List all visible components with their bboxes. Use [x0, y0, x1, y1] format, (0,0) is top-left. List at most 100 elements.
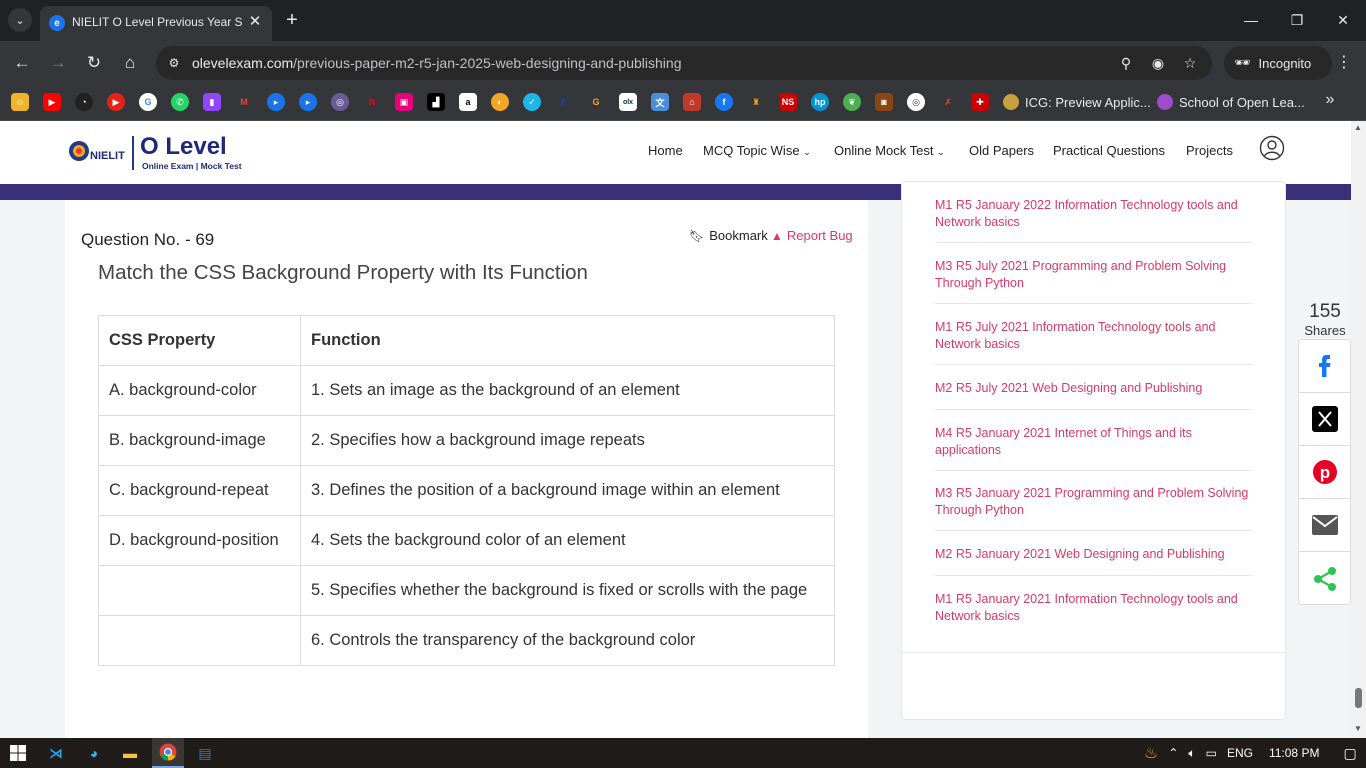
facebook-icon[interactable]: f — [715, 93, 733, 111]
network-icon[interactable]: ▭ — [1206, 746, 1217, 760]
twitch-icon[interactable]: ▮ — [203, 93, 221, 111]
nav-home[interactable]: Home — [648, 143, 683, 161]
page-scrollbar[interactable]: ▲ ▼ — [1351, 121, 1366, 738]
bookmark-favicon-icon[interactable]: ▸ — [299, 93, 317, 111]
tab-search-button[interactable]: ⌄ — [8, 8, 32, 32]
browser-menu-icon[interactable]: ⋮ — [1334, 51, 1354, 75]
share-icon — [1313, 566, 1336, 591]
zoom-icon[interactable]: ⚲ — [1116, 53, 1136, 73]
vscode-icon[interactable]: ⋊ — [44, 741, 68, 765]
user-account-icon[interactable] — [1259, 135, 1285, 161]
email-share-button[interactable] — [1299, 499, 1350, 552]
tray-app-icon[interactable]: ♨ — [1144, 743, 1158, 763]
gmail-icon[interactable]: M — [235, 93, 253, 111]
sidebar-paper-link[interactable]: M1 R5 July 2021 Information Technology t… — [935, 319, 1253, 365]
bookmark-favicon-icon[interactable]: ▣ — [395, 93, 413, 111]
bookmark-favicon-icon[interactable]: ◔ — [75, 93, 93, 111]
nav-online-mock-test[interactable]: Online Mock Test ⌄ — [834, 143, 945, 161]
table-cell: 3. Defines the position of a background … — [300, 465, 835, 516]
sidebar-paper-link[interactable]: M4 R5 January 2021 Internet of Things an… — [935, 425, 1253, 471]
bookmark-favicon-icon[interactable]: ▸ — [267, 93, 285, 111]
notifications-icon[interactable]: ▢ — [1343, 745, 1356, 762]
bookmark-item-school[interactable]: School of Open Lea... — [1157, 92, 1305, 112]
bookmarks-overflow-icon[interactable]: » — [1320, 91, 1340, 113]
scroll-down-icon[interactable]: ▼ — [1354, 724, 1362, 733]
page-viewport: NIELIT O Level Online Exam | Mock Test H… — [0, 121, 1351, 738]
bookmark-favicon-icon[interactable]: G — [587, 93, 605, 111]
windows-start-icon[interactable] — [6, 741, 30, 765]
sidebar-paper-link[interactable]: M1 R5 January 2022 Information Technolog… — [935, 197, 1253, 243]
report-bug-button[interactable]: ▲ Report Bug — [771, 228, 853, 243]
bookmark-favicon-icon[interactable]: ✗ — [939, 93, 957, 111]
nav-mcq-topic-wise[interactable]: MCQ Topic Wise ⌄ — [703, 143, 811, 161]
bookmark-favicon-icon[interactable]: ◎ — [907, 93, 925, 111]
bookmark-favicon-icon[interactable]: ✓ — [523, 93, 541, 111]
olx-icon[interactable]: olx — [619, 93, 637, 111]
bookmark-favicon-icon[interactable]: ◙ — [875, 93, 893, 111]
bookmark-star-icon[interactable]: ☆ — [1180, 53, 1200, 73]
scroll-up-icon[interactable]: ▲ — [1354, 123, 1362, 132]
bookmark-button[interactable]: 🔖︎ Bookmark — [689, 228, 768, 243]
chrome-taskbar-icon[interactable] — [152, 738, 184, 768]
reload-icon[interactable]: ↻ — [82, 51, 106, 75]
nav-projects[interactable]: Projects — [1186, 143, 1233, 161]
scrollbar-thumb[interactable] — [1355, 688, 1362, 708]
youtube-icon[interactable]: ▶ — [43, 93, 61, 111]
netflix-icon[interactable]: N — [363, 93, 381, 111]
volume-icon[interactable]: 🔈︎ — [1188, 746, 1195, 761]
back-icon[interactable]: ← — [10, 51, 34, 75]
facebook-icon — [1318, 355, 1330, 377]
site-header: NIELIT O Level Online Exam | Mock Test H… — [0, 121, 1351, 184]
bookmark-favicon-icon[interactable]: ☺ — [11, 93, 29, 111]
bookmark-favicon-icon[interactable]: ⌂ — [683, 93, 701, 111]
google-icon[interactable]: G — [139, 93, 157, 111]
address-bar[interactable]: ⚙ olevelexam.com/previous-paper-m2-r5-ja… — [156, 46, 1212, 80]
bookmark-favicon-icon[interactable]: 文 — [651, 93, 669, 111]
bookmark-favicon-icon[interactable]: ◎ — [331, 93, 349, 111]
nav-old-papers[interactable]: Old Papers — [969, 143, 1034, 161]
bookmark-item-icg[interactable]: ICG: Preview Applic... — [1003, 92, 1151, 112]
language-indicator[interactable]: ENG — [1227, 746, 1253, 760]
site-logo[interactable]: NIELIT O Level Online Exam | Mock Test — [68, 133, 248, 173]
edge-icon[interactable]: ◕ — [82, 741, 106, 765]
sidebar-paper-link[interactable]: M3 R5 January 2021 Programming and Probl… — [935, 485, 1253, 531]
tab-close-icon[interactable]: ✕ — [246, 12, 264, 32]
amazon-icon[interactable]: a — [459, 93, 477, 111]
restore-button[interactable]: ❐ — [1274, 6, 1320, 34]
incognito-indicator[interactable]: 🕶 Incognito — [1224, 46, 1332, 80]
home-icon[interactable]: ⌂ — [118, 51, 142, 75]
show-hidden-icons-icon[interactable]: ⌃ — [1168, 746, 1178, 760]
bookmark-favicon-icon[interactable]: ▶ — [107, 93, 125, 111]
clock[interactable]: 11:08 PM — [1269, 746, 1319, 760]
forward-icon[interactable]: → — [46, 51, 70, 75]
hp-icon[interactable]: hp — [811, 93, 829, 111]
bookmark-favicon-icon[interactable]: ▟ — [427, 93, 445, 111]
notepad-icon[interactable]: ▤ — [193, 741, 217, 765]
browser-tab-active[interactable]: e NIELIT O Level Previous Year So ✕ — [40, 6, 272, 41]
sidebar-paper-link[interactable]: M2 R5 January 2021 Web Designing and Pub… — [935, 546, 1253, 576]
whatsapp-icon[interactable]: ✆ — [171, 93, 189, 111]
paytm-icon[interactable]: P — [555, 93, 573, 111]
url-text[interactable]: olevelexam.com/previous-paper-m2-r5-jan-… — [192, 55, 1012, 73]
minimize-button[interactable]: — — [1228, 6, 1274, 34]
pinterest-share-button[interactable]: p — [1299, 446, 1350, 499]
bookmark-favicon-icon[interactable]: ❦ — [843, 93, 861, 111]
close-window-button[interactable]: ✕ — [1320, 6, 1366, 34]
eye-off-icon[interactable]: ◉ — [1148, 53, 1168, 73]
sidebar-paper-link[interactable]: M2 R5 July 2021 Web Designing and Publis… — [935, 380, 1253, 410]
bookmark-favicon-icon[interactable]: NS — [779, 93, 797, 111]
bookmark-favicon-icon[interactable]: ♜ — [747, 93, 765, 111]
bookmark-favicon-icon[interactable]: ◐ — [491, 93, 509, 111]
file-explorer-icon[interactable]: ▬ — [118, 741, 142, 765]
facebook-share-button[interactable] — [1299, 340, 1350, 393]
site-favicon-icon: e — [49, 15, 65, 31]
x-share-button[interactable] — [1299, 393, 1350, 446]
nav-practical-questions[interactable]: Practical Questions — [1053, 143, 1165, 161]
share-more-button[interactable] — [1299, 552, 1350, 604]
bookmark-favicon-icon[interactable]: ✚ — [971, 93, 989, 111]
site-info-icon[interactable]: ⚙ — [164, 53, 184, 73]
table-header-cell: Function — [300, 315, 835, 366]
sidebar-paper-link[interactable]: M1 R5 January 2021 Information Technolog… — [935, 591, 1253, 631]
new-tab-button[interactable]: + — [282, 8, 302, 32]
sidebar-paper-link[interactable]: M3 R5 July 2021 Programming and Problem … — [935, 258, 1253, 304]
